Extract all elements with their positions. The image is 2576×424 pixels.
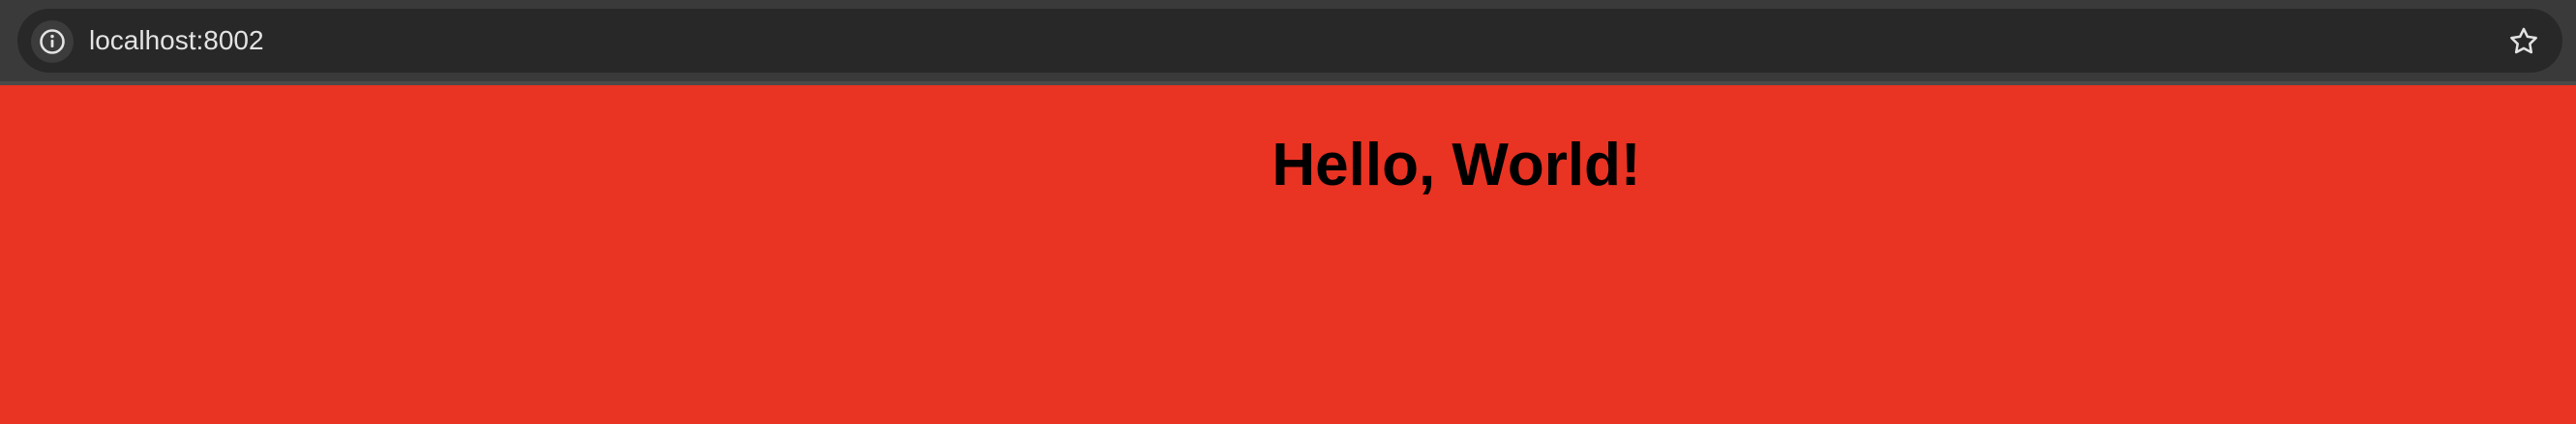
page-viewport: Hello, World! xyxy=(0,85,2576,424)
page-heading: Hello, World! xyxy=(1272,132,1641,198)
star-icon xyxy=(2510,27,2537,54)
bookmark-button[interactable] xyxy=(2502,20,2545,63)
site-info-button[interactable] xyxy=(31,20,74,63)
address-bar[interactable]: localhost:8002 xyxy=(17,9,2562,73)
info-icon xyxy=(40,29,65,54)
browser-toolbar: localhost:8002 xyxy=(0,0,2576,85)
url-text[interactable]: localhost:8002 xyxy=(89,9,264,73)
